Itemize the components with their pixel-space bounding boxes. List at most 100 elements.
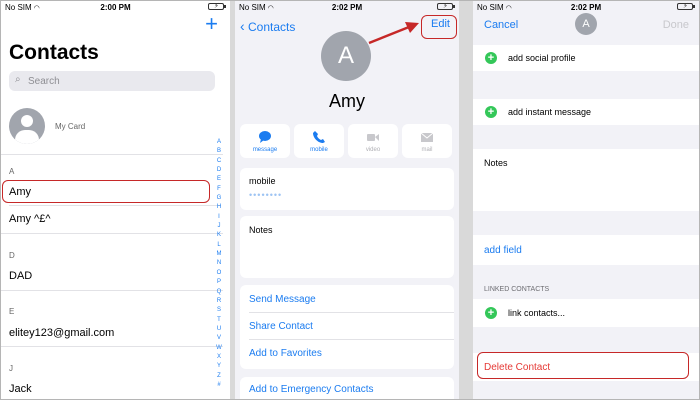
index-letter[interactable]: T (215, 316, 223, 325)
list-item[interactable]: DAD (9, 270, 32, 282)
index-letter[interactable]: E (215, 175, 223, 184)
link-contacts-label: link contacts... (508, 308, 566, 318)
index-letter[interactable]: F (215, 185, 223, 194)
battery-icon: ⚡ (437, 3, 455, 10)
contact-name: Amy (329, 91, 365, 111)
list-item[interactable]: Jack (9, 383, 32, 395)
add-field-row[interactable]: add field (473, 235, 699, 265)
page-title: Contacts (9, 41, 99, 64)
notes-card[interactable]: Notes (240, 216, 454, 278)
index-letter[interactable]: P (215, 278, 223, 287)
add-im-row[interactable]: + add instant message (473, 99, 699, 125)
index-letter[interactable]: Q (215, 288, 223, 297)
phone-icon (313, 131, 325, 143)
index-letter[interactable]: Z (215, 372, 223, 381)
add-circle-icon: + (485, 52, 497, 64)
index-letter[interactable]: L (215, 241, 223, 250)
index-letter[interactable]: S (215, 306, 223, 315)
link-contacts-row[interactable]: + link contacts... (473, 299, 699, 327)
add-to-emergency-link[interactable]: Add to Emergency Contacts (249, 384, 374, 395)
avatar[interactable]: A (575, 13, 597, 35)
mail-icon (420, 132, 434, 142)
emergency-card: Add to Emergency Contacts (240, 377, 454, 399)
search-input[interactable]: ⌕ Search (9, 71, 215, 91)
index-letter[interactable]: V (215, 334, 223, 343)
action-label: video (365, 147, 381, 153)
index-letter[interactable]: B (215, 147, 223, 156)
message-action[interactable]: message (240, 124, 290, 158)
edit-contact-screen: No SIM ◠ 2:02 PM ⚡ Cancel A Done + add so… (473, 1, 699, 399)
index-letter[interactable]: C (215, 157, 223, 166)
add-to-favorites-link[interactable]: Add to Favorites (249, 348, 322, 359)
send-message-link[interactable]: Send Message (249, 294, 316, 305)
add-social-label: add social profile (508, 53, 576, 63)
mail-action[interactable]: mail (402, 124, 452, 158)
status-time: 2:02 PM (570, 3, 602, 12)
add-circle-icon: + (485, 106, 497, 118)
index-letter[interactable]: M (215, 250, 223, 259)
done-button[interactable]: Done (663, 19, 689, 31)
index-letter[interactable]: R (215, 297, 223, 306)
section-header: E (9, 307, 15, 316)
status-bar: No SIM ◠ 2:00 PM ⚡ (1, 1, 230, 13)
battery-icon: ⚡ (208, 3, 226, 10)
search-placeholder: Search (28, 76, 60, 87)
index-letter[interactable]: N (215, 259, 223, 268)
contact-detail-screen: No SIM ◠ 2:02 PM ⚡ ‹ Contacts Edit A Amy … (235, 1, 459, 399)
notes-label: Notes (484, 158, 508, 168)
index-letter[interactable]: D (215, 166, 223, 175)
notes-label: Notes (249, 225, 273, 235)
actions-card: Send Message Share Contact Add to Favori… (240, 285, 454, 369)
video-action[interactable]: video (348, 124, 398, 158)
back-button-label: Contacts (248, 20, 296, 34)
highlight-delete-row (477, 352, 689, 379)
video-icon (367, 134, 379, 141)
index-letter[interactable]: O (215, 269, 223, 278)
index-letter[interactable]: J (215, 222, 223, 231)
index-letter[interactable]: I (215, 213, 223, 222)
index-letter[interactable]: H (215, 203, 223, 212)
chevron-left-icon: ‹ (240, 18, 245, 34)
linked-contacts-header: LINKED CONTACTS (484, 286, 550, 293)
phone-label: mobile (249, 176, 276, 186)
index-letter[interactable]: X (215, 353, 223, 362)
avatar[interactable] (9, 108, 45, 144)
arrow-annotation (368, 22, 419, 45)
status-bar: No SIM ◠ 2:02 PM ⚡ (473, 1, 699, 13)
back-button[interactable]: ‹ Contacts (240, 18, 295, 34)
index-letter[interactable]: U (215, 325, 223, 334)
section-header: J (9, 364, 13, 373)
status-time: 2:02 PM (331, 3, 363, 12)
add-social-row[interactable]: + add social profile (473, 45, 699, 71)
action-label: message (252, 147, 278, 153)
mobile-action[interactable]: mobile (294, 124, 344, 158)
index-letter[interactable]: Y (215, 362, 223, 371)
add-field-label: add field (484, 245, 522, 256)
index-letter[interactable]: G (215, 194, 223, 203)
phone-card[interactable]: mobile •••••••• (240, 168, 454, 210)
share-contact-link[interactable]: Share Contact (249, 321, 313, 332)
index-letter[interactable]: W (215, 344, 223, 353)
search-icon: ⌕ (15, 74, 21, 85)
section-header: A (9, 167, 15, 176)
alphabet-index[interactable]: A B C D E F G H I J K L M N O P Q R S T U V W X Y Z # (215, 138, 223, 390)
phone-value[interactable]: •••••••• (249, 190, 282, 200)
section-header: D (9, 251, 15, 260)
notes-field[interactable]: Notes (473, 149, 699, 211)
avatar: A (321, 31, 371, 81)
action-label: mail (421, 147, 433, 153)
add-circle-icon: + (485, 307, 497, 319)
index-letter[interactable]: A (215, 138, 223, 147)
highlight-amy-row (2, 180, 210, 203)
cancel-button[interactable]: Cancel (484, 19, 518, 31)
my-card-label[interactable]: My Card (55, 122, 85, 131)
battery-icon: ⚡ (677, 3, 695, 10)
contacts-list-screen: No SIM ◠ 2:00 PM ⚡ + Contacts ⌕ Search My… (1, 1, 230, 399)
add-contact-button[interactable]: + (205, 11, 218, 37)
action-label: mobile (310, 147, 328, 153)
list-item[interactable]: elitey123@gmail.com (9, 327, 114, 339)
index-letter[interactable]: K (215, 231, 223, 240)
index-letter[interactable]: # (215, 381, 223, 390)
highlight-edit-button (421, 15, 457, 39)
list-item[interactable]: Amy ^£^ (9, 213, 51, 225)
